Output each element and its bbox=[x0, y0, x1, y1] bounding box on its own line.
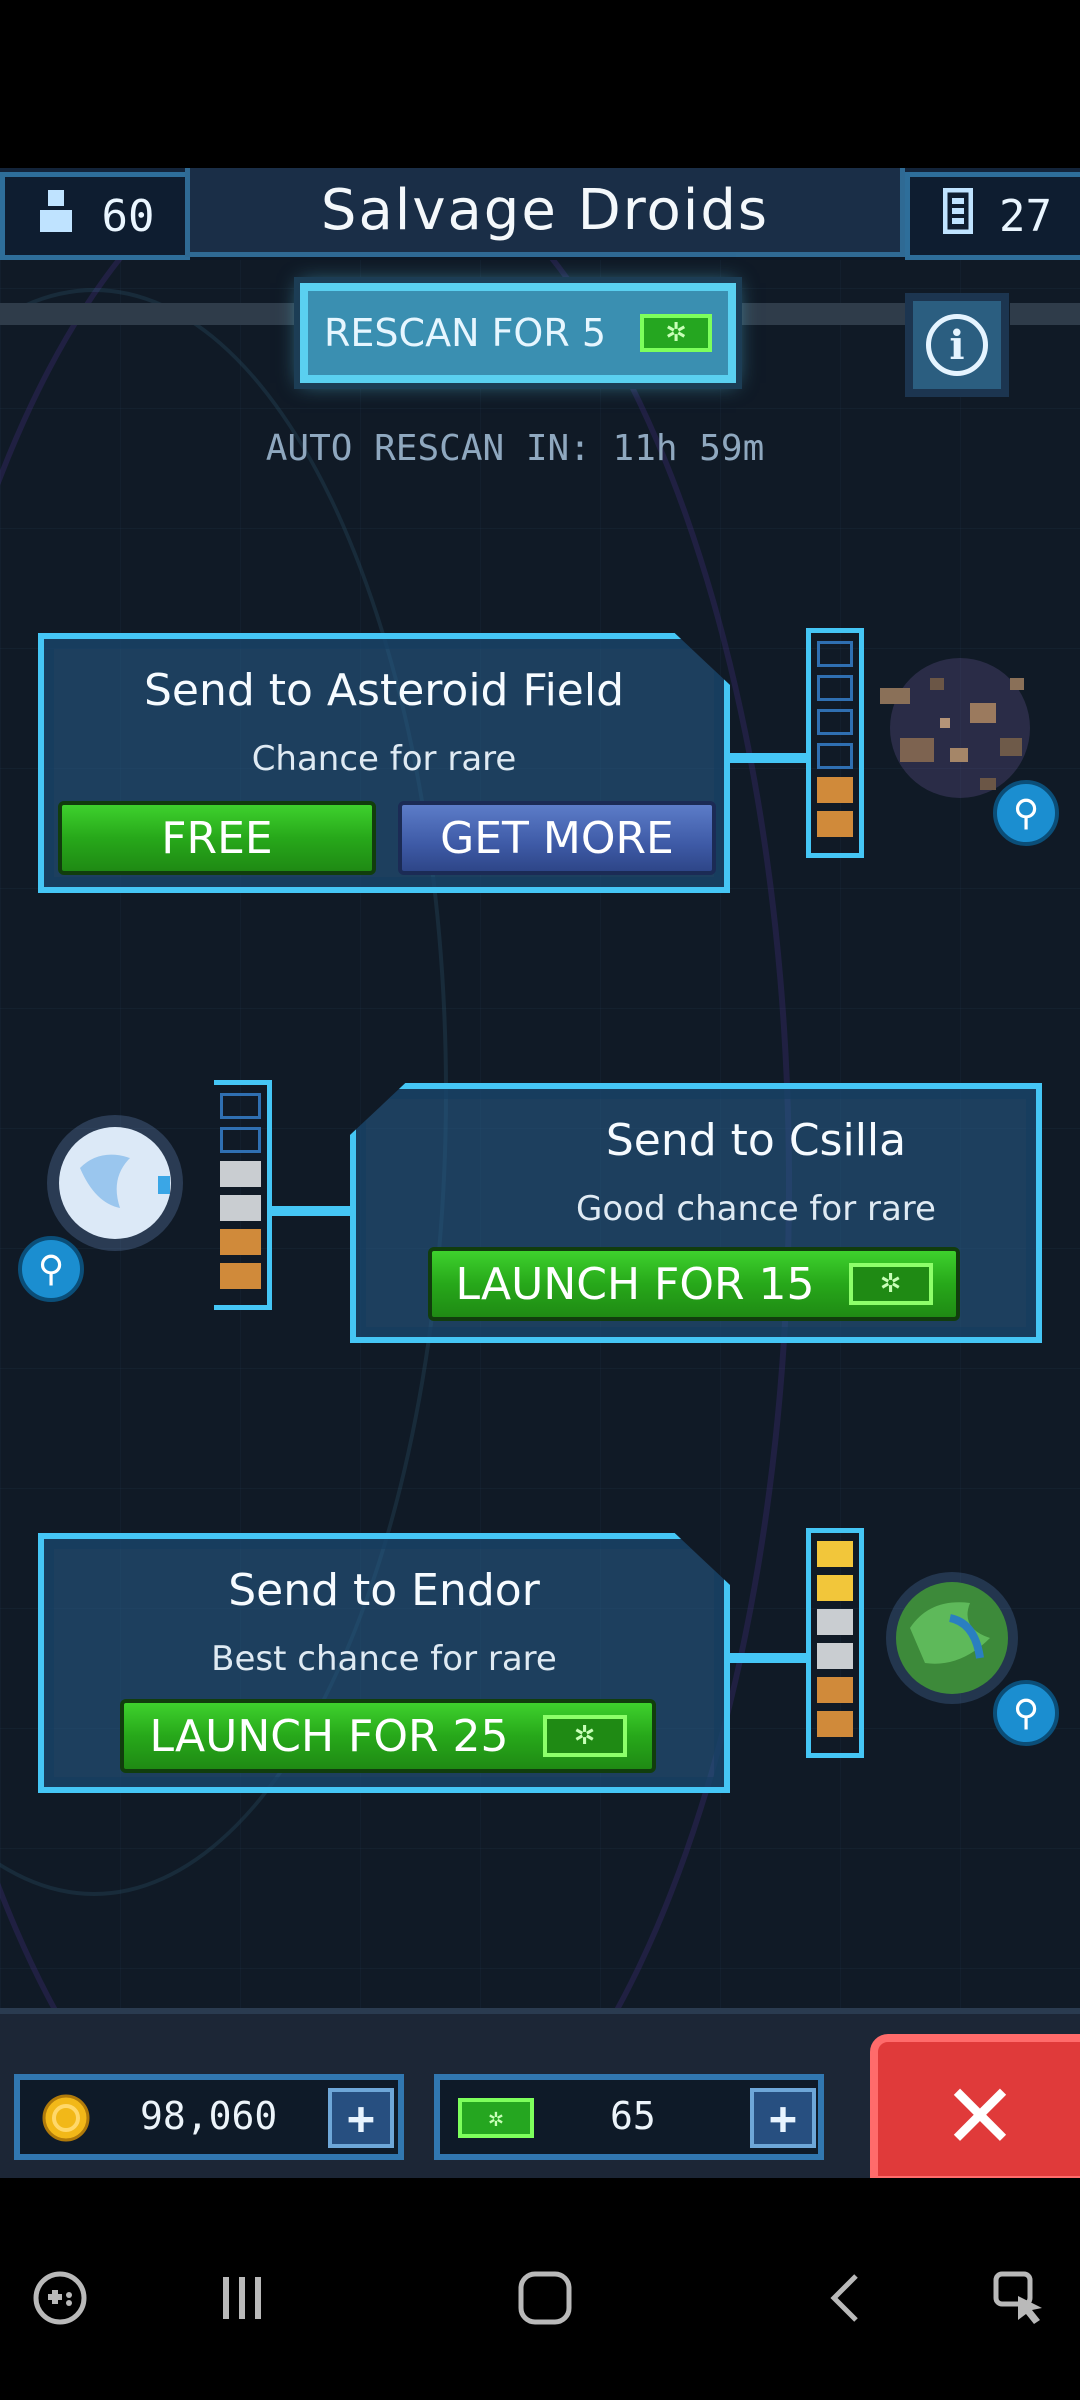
rarity-segment bbox=[817, 1711, 853, 1737]
get-more-label: GET MORE bbox=[440, 812, 674, 864]
mission-card-endor: Send to Endor Best chance for rare LAUNC… bbox=[38, 1533, 730, 1793]
magnifier-icon: ⚲ bbox=[1012, 792, 1040, 834]
free-button-label: FREE bbox=[161, 812, 273, 864]
system-nav-bar bbox=[0, 2178, 1080, 2400]
rarity-segment bbox=[220, 1161, 261, 1187]
rarity-segment bbox=[817, 743, 853, 769]
recent-apps-button[interactable] bbox=[202, 2258, 282, 2338]
coin-icon bbox=[42, 2094, 90, 2146]
mission-title: Send to Endor bbox=[228, 1565, 540, 1616]
mission-title: Send to Csilla bbox=[605, 1115, 907, 1166]
rarity-segment bbox=[220, 1093, 261, 1119]
page-title: Salvage Droids bbox=[185, 168, 905, 257]
rarity-meter bbox=[806, 628, 864, 858]
auto-rescan-timer: AUTO RESCAN IN: 11h 59m bbox=[265, 428, 765, 469]
gems-counter: ✲ 65 + bbox=[434, 2074, 824, 2160]
pipe-decoration bbox=[736, 303, 906, 325]
crew-counter: 60 bbox=[0, 172, 190, 260]
cards-icon bbox=[942, 187, 974, 245]
card-connector bbox=[730, 1653, 810, 1663]
rarity-meter bbox=[806, 1528, 864, 1758]
crew-count: 60 bbox=[101, 190, 155, 242]
rescan-label: RESCAN FOR 5 bbox=[324, 311, 606, 355]
rarity-segment bbox=[817, 1643, 853, 1669]
launch-label: LAUNCH FOR 15 bbox=[455, 1258, 815, 1310]
rarity-segment bbox=[817, 1677, 853, 1703]
add-coins-button[interactable]: + bbox=[328, 2088, 394, 2148]
home-button[interactable] bbox=[505, 2258, 585, 2338]
card-connector bbox=[272, 1206, 354, 1216]
rarity-segment bbox=[817, 641, 853, 667]
rarity-meter bbox=[214, 1080, 272, 1310]
mission-title: Send to Asteroid Field bbox=[143, 665, 625, 716]
mission-card-csilla: Send to Csilla Good chance for rare LAUN… bbox=[350, 1083, 1042, 1343]
info-button[interactable]: i bbox=[905, 293, 1009, 397]
rarity-segment bbox=[817, 1609, 853, 1635]
rarity-segment bbox=[220, 1263, 261, 1289]
rarity-segment bbox=[817, 1575, 853, 1601]
gem-icon: ✲ bbox=[848, 1263, 933, 1305]
magnifier-icon: ⚲ bbox=[37, 1248, 65, 1290]
mission-subtitle: Chance for rare bbox=[251, 739, 517, 779]
card-connector bbox=[730, 753, 810, 763]
info-icon: i bbox=[926, 314, 988, 376]
rescan-button[interactable]: RESCAN FOR 5 ✲ bbox=[300, 283, 736, 383]
pipe-decoration bbox=[0, 303, 300, 325]
rarity-segment bbox=[220, 1195, 261, 1221]
gem-icon: ✲ bbox=[458, 2098, 534, 2138]
csilla-planet-image[interactable] bbox=[40, 1108, 190, 1258]
person-icon bbox=[36, 188, 76, 245]
zoom-asteroid-field-button[interactable]: ⚲ bbox=[993, 780, 1059, 846]
gems-value: 65 bbox=[610, 2094, 656, 2138]
accessibility-icon[interactable] bbox=[980, 2258, 1060, 2338]
coins-counter: 98,060 + bbox=[14, 2074, 404, 2160]
rarity-segment bbox=[817, 709, 853, 735]
close-button[interactable]: ✕ bbox=[870, 2034, 1080, 2178]
cards-count: 27 bbox=[999, 190, 1052, 242]
get-more-button[interactable]: GET MORE bbox=[398, 801, 716, 875]
magnifier-icon: ⚲ bbox=[1012, 1692, 1040, 1734]
back-button[interactable] bbox=[806, 2258, 886, 2338]
rarity-segment bbox=[817, 777, 853, 803]
coins-value: 98,060 bbox=[140, 2094, 278, 2138]
footer-bar: 98,060 + ✲ 65 + ✕ bbox=[0, 2008, 1080, 2178]
mission-subtitle: Good chance for rare bbox=[576, 1189, 936, 1229]
launch-label: LAUNCH FOR 25 bbox=[149, 1710, 509, 1762]
rarity-segment bbox=[220, 1229, 261, 1255]
cards-counter: 27 bbox=[905, 172, 1080, 260]
mission-subtitle: Best chance for rare bbox=[211, 1639, 557, 1679]
top-bar: 60 Salvage Droids 27 bbox=[0, 168, 1080, 260]
game-screen: 60 Salvage Droids 27 RESCAN FOR 5 ✲ i AU… bbox=[0, 168, 1080, 2178]
launch-endor-button[interactable]: LAUNCH FOR 25 ✲ bbox=[120, 1699, 656, 1773]
gem-icon: ✲ bbox=[542, 1715, 627, 1757]
rarity-segment bbox=[220, 1127, 261, 1153]
launch-csilla-button[interactable]: LAUNCH FOR 15 ✲ bbox=[428, 1247, 960, 1321]
gem-icon: ✲ bbox=[640, 314, 712, 352]
mission-card-asteroid-field: Send to Asteroid Field Chance for rare F… bbox=[38, 633, 730, 893]
zoom-csilla-button[interactable]: ⚲ bbox=[18, 1236, 84, 1302]
pipe-decoration bbox=[1010, 303, 1080, 325]
add-gems-button[interactable]: + bbox=[750, 2088, 816, 2148]
rarity-segment bbox=[817, 675, 853, 701]
game-launcher-icon[interactable] bbox=[20, 2258, 100, 2338]
zoom-endor-button[interactable]: ⚲ bbox=[993, 1680, 1059, 1746]
rarity-segment bbox=[817, 1541, 853, 1567]
close-icon: ✕ bbox=[946, 2045, 1014, 2173]
rarity-segment bbox=[817, 811, 853, 837]
free-button[interactable]: FREE bbox=[58, 801, 376, 875]
